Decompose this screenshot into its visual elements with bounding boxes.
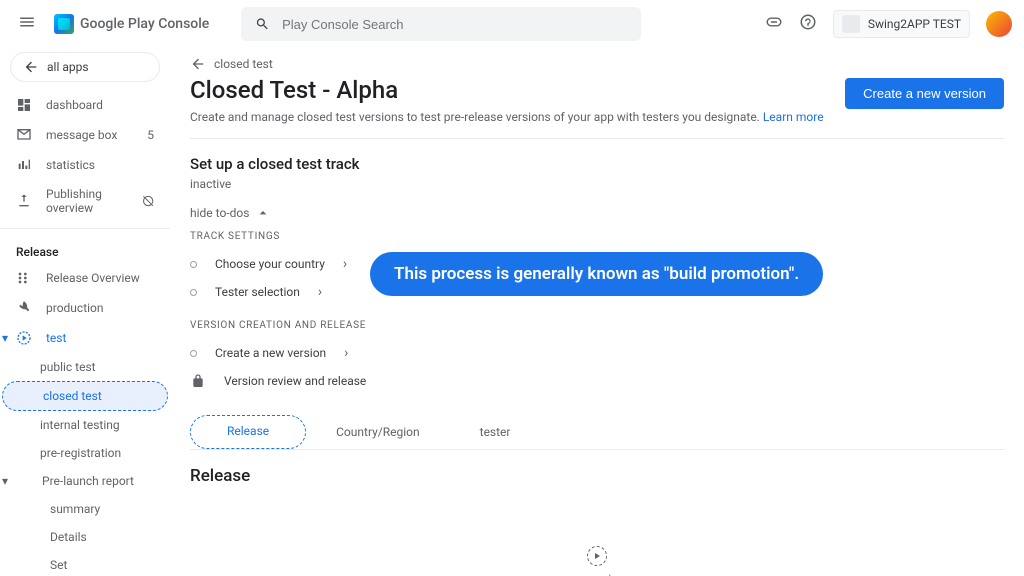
rocket-icon [16, 300, 32, 316]
nav-message-box[interactable]: message box 5 [0, 120, 170, 150]
nav-test[interactable]: ▾ test [0, 323, 170, 353]
lock-icon [190, 373, 206, 389]
todo-bullet-icon [190, 350, 197, 357]
todo-version-review: Version review and release [190, 367, 1004, 395]
empty-state: no version Create a new version [190, 526, 1004, 576]
search-box[interactable] [241, 7, 641, 41]
nav-statistics[interactable]: statistics [0, 150, 170, 180]
page-subtitle: Create and manage closed test versions t… [190, 110, 1004, 124]
search-input[interactable] [282, 17, 627, 32]
test-icon [16, 330, 32, 346]
app-header: Google Play Console Swing2APP TEST [0, 0, 1024, 48]
product-name: Google Play Console [80, 16, 209, 32]
nav-release-overview[interactable]: Release Overview [0, 263, 170, 293]
nav-plr-summary[interactable]: summary [0, 495, 170, 523]
create-version-button[interactable]: Create a new version [845, 78, 1004, 109]
version-release-label: VERSION CREATION AND RELEASE [190, 320, 1004, 331]
track-status: inactive [190, 177, 1004, 191]
breadcrumb[interactable]: closed test [190, 56, 1004, 72]
product-logo[interactable]: Google Play Console [54, 14, 209, 34]
nav-dashboard[interactable]: dashboard [0, 90, 170, 120]
user-avatar[interactable] [986, 11, 1012, 37]
publish-icon [16, 193, 32, 209]
tab-tester[interactable]: tester [450, 415, 541, 449]
tabs: Release Country/Region tester [190, 415, 1004, 450]
learn-more-link[interactable]: Learn more [763, 110, 824, 124]
nav-pre-registration[interactable]: pre-registration [0, 439, 170, 467]
main-content: closed test Closed Test - Alpha Create a… [170, 48, 1024, 576]
annotation-callout: This process is generally known as "buil… [370, 252, 823, 296]
publishing-off-icon [142, 193, 154, 209]
nav-closed-test[interactable]: closed test [2, 381, 168, 411]
nav-internal-testing[interactable]: internal testing [0, 411, 170, 439]
todo-bullet-icon [190, 289, 197, 296]
hide-todos-toggle[interactable]: hide to-dos [190, 205, 1004, 221]
todo-create-version[interactable]: Create a new version › [190, 339, 1004, 367]
track-section-title: Set up a closed test track [190, 155, 1004, 173]
play-circle-icon [587, 546, 607, 566]
help-icon[interactable] [799, 13, 817, 35]
play-console-logo-icon [54, 14, 74, 34]
chevron-right-icon: › [318, 284, 322, 300]
hamburger-menu-icon[interactable] [12, 7, 42, 41]
sidebar: all apps dashboard message box 5 statist… [0, 48, 170, 576]
caret-down-icon: ▾ [2, 331, 8, 345]
overview-icon [16, 270, 32, 286]
nav-production[interactable]: production [0, 293, 170, 323]
track-settings-label: TRACK SETTINGS [190, 231, 1004, 242]
nav-publishing-overview[interactable]: Publishing overview [0, 180, 170, 222]
dashboard-icon [16, 97, 32, 113]
page-title: Closed Test - Alpha [190, 76, 398, 104]
chevron-right-icon: › [344, 345, 348, 361]
all-apps-label: all apps [47, 60, 89, 74]
header-actions: Swing2APP TEST [765, 10, 1012, 38]
release-heading: Release [190, 466, 1004, 486]
back-arrow-icon [190, 56, 206, 72]
nav-pre-launch-report[interactable]: ▾ Pre-launch report [0, 467, 170, 495]
message-badge: 5 [147, 128, 154, 142]
release-body: Release no version Create a new version [190, 450, 1004, 576]
account-name: Swing2APP TEST [868, 17, 961, 31]
empty-text: no version [190, 572, 1004, 576]
sidebar-release-section: Release [0, 235, 170, 263]
todo-bullet-icon [190, 261, 197, 268]
tab-release[interactable]: Release [190, 415, 306, 449]
stats-icon [16, 157, 32, 173]
nav-public-test[interactable]: public test [0, 353, 170, 381]
divider [190, 138, 1004, 139]
chevron-up-icon [255, 205, 271, 221]
account-icon [842, 15, 860, 33]
nav-plr-details[interactable]: Details [0, 523, 170, 551]
link-icon[interactable] [765, 13, 783, 35]
back-arrow-icon [23, 59, 39, 75]
tab-country-region[interactable]: Country/Region [306, 415, 450, 449]
chevron-right-icon: › [343, 256, 347, 272]
search-icon [255, 16, 270, 32]
account-selector[interactable]: Swing2APP TEST [833, 10, 970, 38]
nav-plr-set[interactable]: Set [0, 551, 170, 576]
inbox-icon [16, 127, 32, 143]
all-apps-button[interactable]: all apps [10, 52, 160, 82]
caret-down-icon: ▾ [2, 474, 8, 488]
